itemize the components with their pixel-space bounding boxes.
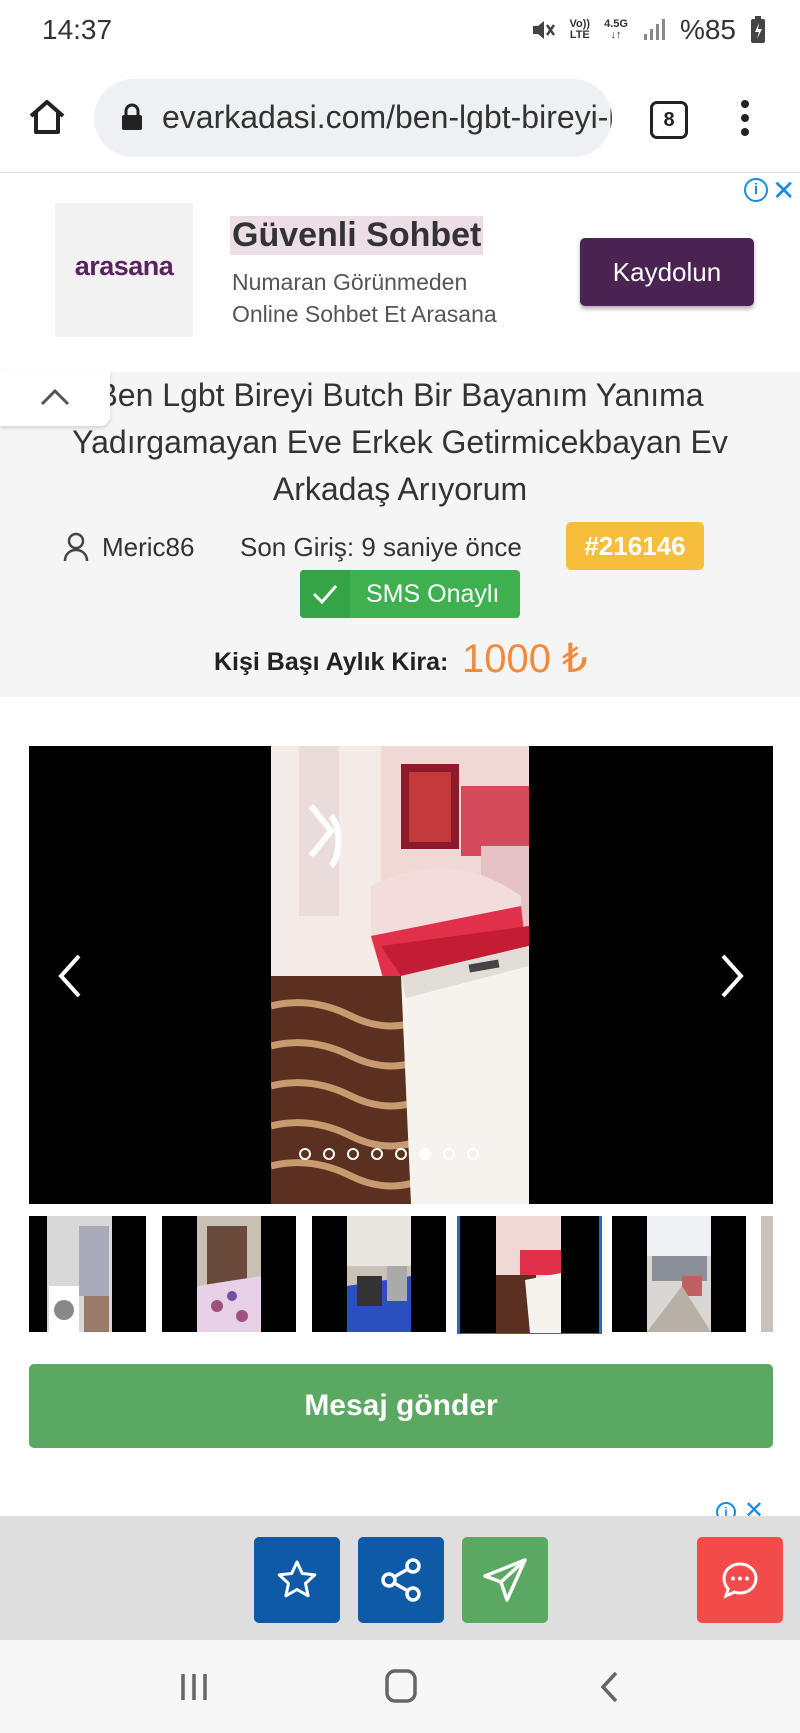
ad-info-icon[interactable]: i: [744, 178, 768, 202]
ad-close-icon[interactable]: ✕: [772, 174, 795, 207]
collapse-ad-button[interactable]: [0, 370, 110, 426]
tab-switcher-button[interactable]: 8: [650, 101, 688, 139]
prev-photo-icon[interactable]: [51, 946, 91, 1006]
network-type-icon: 4.5G ↓↑: [604, 18, 628, 41]
paper-plane-icon: [483, 1558, 527, 1602]
home-nav-icon[interactable]: [384, 1668, 418, 1704]
photo-dot[interactable]: [443, 1148, 455, 1160]
user-icon: [63, 532, 89, 562]
chevron-up-icon: [40, 388, 70, 406]
thumbnail[interactable]: [612, 1216, 746, 1332]
gallery-photo[interactable]: [271, 746, 529, 1204]
volte-icon: Vo)) LTE: [569, 18, 591, 41]
sms-verified-badge: SMS Onaylı: [300, 570, 520, 618]
home-icon[interactable]: [26, 96, 68, 138]
photo-dot[interactable]: [371, 1148, 383, 1160]
ad-description: Numaran Görünmeden Online Sohbet Et Aras…: [232, 269, 497, 327]
thumbnail-active[interactable]: [457, 1216, 602, 1334]
chat-icon: [722, 1562, 758, 1599]
photo-dot[interactable]: [467, 1148, 479, 1160]
rent-value: 1000 ₺: [462, 637, 588, 681]
ad-signup-button[interactable]: Kaydolun: [580, 238, 754, 306]
status-icons: Vo)) LTE 4.5G ↓↑ %85: [530, 14, 766, 46]
status-time: 14:37: [42, 14, 113, 45]
back-nav-icon[interactable]: [598, 1670, 620, 1704]
photo-dot[interactable]: [347, 1148, 359, 1160]
photo-indicator: [299, 1148, 479, 1160]
recent-apps-icon[interactable]: [178, 1670, 210, 1704]
lock-icon: [122, 103, 142, 130]
check-icon: [300, 570, 350, 618]
photo-dot[interactable]: [395, 1148, 407, 1160]
url-text: evarkadasi.com/ben-lgbt-bireyi-butch-bir…: [162, 99, 612, 135]
username[interactable]: Meric86: [102, 532, 194, 563]
photo-gallery[interactable]: [29, 746, 773, 1204]
battery-percent: %85: [679, 14, 736, 45]
signal-icon: [643, 19, 665, 40]
ad-logo[interactable]: arasana: [55, 203, 193, 337]
listing-id-badge: #216146: [566, 522, 704, 570]
send-button[interactable]: [462, 1537, 548, 1623]
send-message-button[interactable]: Mesaj gönder: [29, 1364, 773, 1448]
ad-logo-text: arasana: [74, 251, 174, 281]
thumbnail[interactable]: [162, 1216, 296, 1332]
more-menu-icon[interactable]: [738, 98, 752, 138]
rent-label: Kişi Başı Aylık Kira:: [214, 648, 449, 676]
next-photo-icon[interactable]: [711, 946, 751, 1006]
thumbnail[interactable]: [29, 1216, 146, 1332]
photo-dot-active[interactable]: [419, 1148, 431, 1160]
thumbnail[interactable]: [761, 1216, 773, 1332]
mute-icon: [532, 21, 555, 39]
thumbnail-strip[interactable]: [29, 1216, 773, 1334]
share-button[interactable]: [358, 1537, 444, 1623]
share-icon: [381, 1558, 421, 1602]
chat-button[interactable]: [697, 1537, 783, 1623]
battery-icon: [751, 16, 765, 43]
favorite-button[interactable]: [254, 1537, 340, 1623]
address-bar[interactable]: evarkadasi.com/ben-lgbt-bireyi-butch-bir…: [94, 79, 612, 157]
star-icon: [277, 1560, 317, 1598]
sms-badge-label: SMS Onaylı: [366, 580, 500, 608]
thumbnail[interactable]: [312, 1216, 446, 1332]
listing-title: Ben Lgbt Bireyi Butch Bir Bayanım Yanıma…: [72, 377, 728, 507]
photo-dot[interactable]: [323, 1148, 335, 1160]
photo-dot[interactable]: [299, 1148, 311, 1160]
ad-title[interactable]: Güvenli Sohbet: [230, 216, 484, 255]
last-login: Son Giriş: 9 saniye önce: [240, 532, 522, 562]
